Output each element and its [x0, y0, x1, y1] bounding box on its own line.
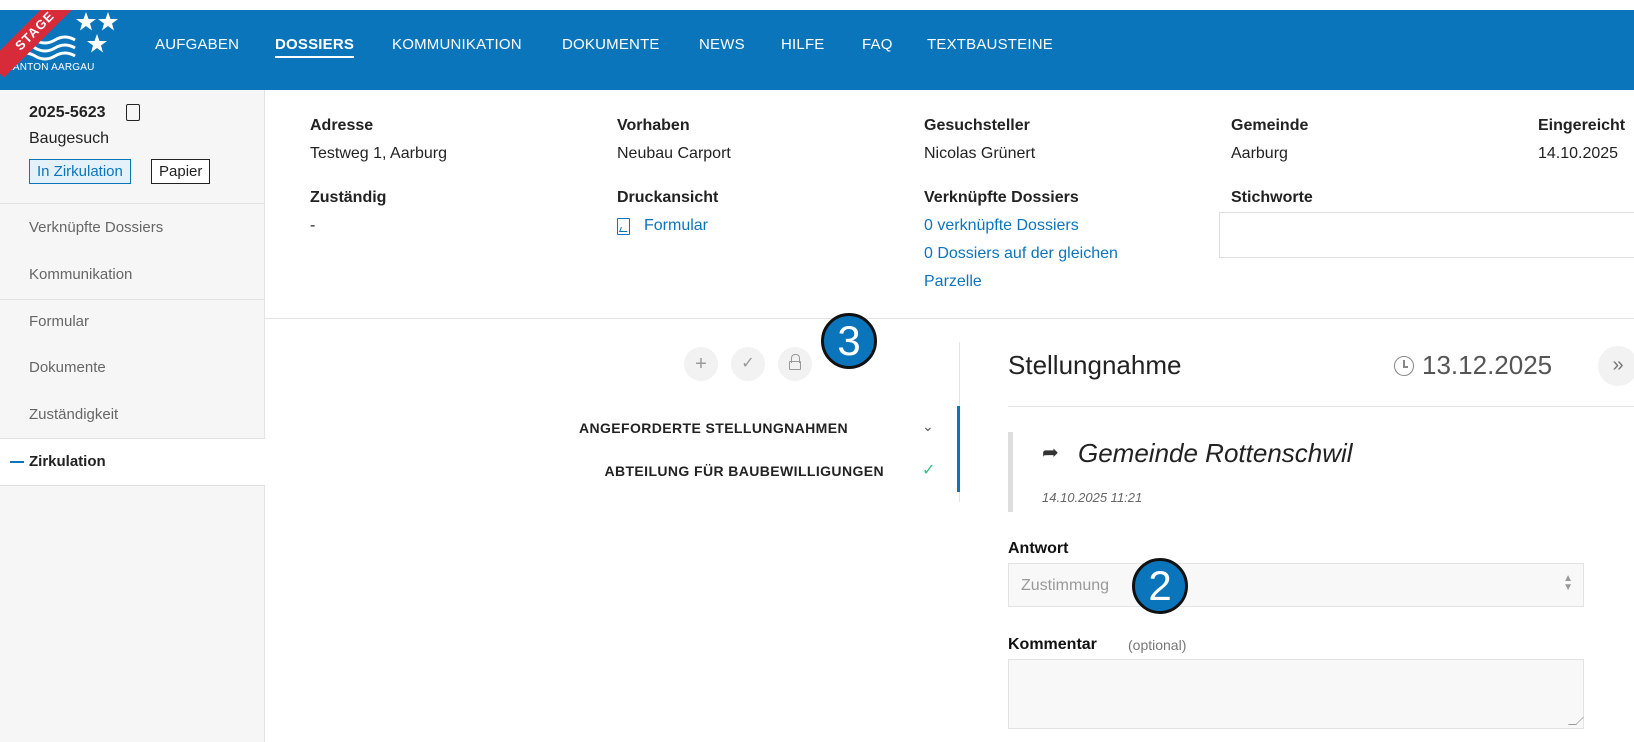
- sidebar-divider: [0, 203, 265, 204]
- tree-item-angeforderte[interactable]: ANGEFORDERTE STELLUNGNAHMEN: [554, 420, 848, 436]
- select-arrows-icon: ▲ ▼: [1563, 573, 1573, 593]
- sidebar-item-formular[interactable]: Formular: [29, 313, 89, 330]
- kommentar-textarea[interactable]: [1008, 659, 1584, 729]
- nav-dokumente[interactable]: DOKUMENTE: [562, 36, 660, 53]
- nav-hilfe[interactable]: HILFE: [781, 36, 825, 53]
- request-timestamp: 14.10.2025 11:21: [1042, 490, 1143, 505]
- gesuchsteller-value: Nicolas Grünert: [924, 145, 1036, 162]
- verknuepfte-dossiers-label: Verknüpfte Dossiers: [924, 189, 1079, 206]
- check-button[interactable]: ✓: [731, 347, 765, 381]
- kommentar-optional: (optional): [1128, 637, 1187, 653]
- panel-divider-line: [1008, 406, 1634, 407]
- kommentar-label: Kommentar: [1008, 636, 1097, 653]
- sidebar-item-zustaendigkeit[interactable]: Zuständigkeit: [29, 406, 118, 423]
- paper-badge: Papier: [151, 159, 211, 184]
- sidebar-item-dokumente[interactable]: Dokumente: [29, 359, 106, 376]
- check-icon: ✓: [922, 462, 936, 479]
- lock-icon: [789, 354, 801, 370]
- stichworte-input[interactable]: [1219, 212, 1634, 258]
- antwort-label: Antwort: [1008, 540, 1069, 557]
- formular-link[interactable]: Formular: [644, 217, 708, 235]
- quote-bar: [1008, 432, 1013, 512]
- copy-icon[interactable]: [126, 104, 140, 121]
- tree-item-abteilung[interactable]: ABTEILUNG FÜR BAUBEWILLIGUNGEN: [554, 463, 884, 479]
- chevron-down-icon[interactable]: ⌄: [922, 418, 934, 435]
- step-marker-3: 3: [821, 313, 877, 369]
- zustaendig-value: -: [310, 217, 316, 234]
- clock-icon: [1394, 356, 1414, 376]
- step-marker-2: 2: [1132, 558, 1188, 614]
- dossier-sidebar: 2025-5623 Baugesuch In Zirkulation Papie…: [0, 90, 265, 742]
- top-navigation-bar: KANTON AARGAU STAGE AUFGABEN DOSSIERS KO…: [0, 0, 1634, 90]
- panel-title: Stellungnahme: [1008, 350, 1182, 380]
- pdf-icon[interactable]: [617, 218, 630, 235]
- section-divider: [265, 318, 1634, 319]
- logo-text: KANTON AARGAU: [6, 62, 95, 73]
- nav-textbausteine[interactable]: TEXTBAUSTEINE: [927, 36, 1053, 53]
- eingereicht-value: 14.10.2025: [1538, 145, 1619, 162]
- sidebar-item-label: Zirkulation: [29, 453, 106, 470]
- dossier-id: 2025-5623: [29, 104, 106, 121]
- vorhaben-value: Neubau Carport: [617, 145, 731, 162]
- stichworte-label: Stichworte: [1231, 189, 1313, 206]
- gesuchsteller-label: Gesuchsteller: [924, 117, 1030, 134]
- dossier-type: Baugesuch: [29, 130, 110, 147]
- druckansicht-label: Druckansicht: [617, 189, 719, 206]
- nav-news[interactable]: NEWS: [699, 36, 745, 53]
- sidebar-item-kommunikation[interactable]: Kommunikation: [29, 266, 132, 283]
- nav-dossiers[interactable]: DOSSIERS: [275, 36, 355, 58]
- parzelle-dossiers-link[interactable]: 0 Dossiers auf der gleichen: [924, 245, 1118, 263]
- active-indicator: [10, 461, 24, 463]
- canton-logo[interactable]: KANTON AARGAU STAGE: [0, 10, 125, 80]
- verknuepfte-dossiers-link[interactable]: 0 verknüpfte Dossiers: [924, 217, 1079, 235]
- eingereicht-label: Eingereicht: [1538, 117, 1626, 134]
- adresse-value: Testweg 1, Aarburg: [310, 145, 447, 162]
- parzelle-dossiers-link-cont[interactable]: Parzelle: [924, 273, 982, 291]
- antwort-value: Zustimmung: [1021, 577, 1110, 594]
- status-badge: In Zirkulation: [29, 159, 131, 184]
- addressee-name: Gemeinde Rottenschwil: [1078, 438, 1353, 468]
- nav-faq[interactable]: FAQ: [862, 36, 893, 53]
- nav-aufgaben[interactable]: AUFGABEN: [155, 36, 239, 53]
- nav-kommunikation[interactable]: KOMMUNIKATION: [392, 36, 522, 53]
- sidebar-item-zirkulation[interactable]: Zirkulation: [0, 438, 265, 486]
- expand-button[interactable]: »: [1598, 346, 1634, 386]
- active-tree-indicator: [957, 406, 960, 492]
- resize-handle-icon[interactable]: [1568, 717, 1584, 725]
- sidebar-divider: [0, 299, 265, 300]
- lock-button[interactable]: [778, 347, 812, 381]
- sidebar-item-verknuepfte-dossiers[interactable]: Verknüpfte Dossiers: [29, 219, 163, 236]
- share-icon: ➦: [1042, 442, 1059, 464]
- adresse-label: Adresse: [310, 117, 374, 134]
- gemeinde-value: Aarburg: [1231, 145, 1288, 162]
- vorhaben-label: Vorhaben: [617, 117, 690, 134]
- add-button[interactable]: +: [684, 347, 718, 381]
- antwort-select[interactable]: Zustimmung ▲ ▼: [1008, 563, 1584, 607]
- deadline-date: 13.12.2025: [1422, 350, 1553, 380]
- zustaendig-label: Zuständig: [310, 189, 387, 206]
- gemeinde-label: Gemeinde: [1231, 117, 1309, 134]
